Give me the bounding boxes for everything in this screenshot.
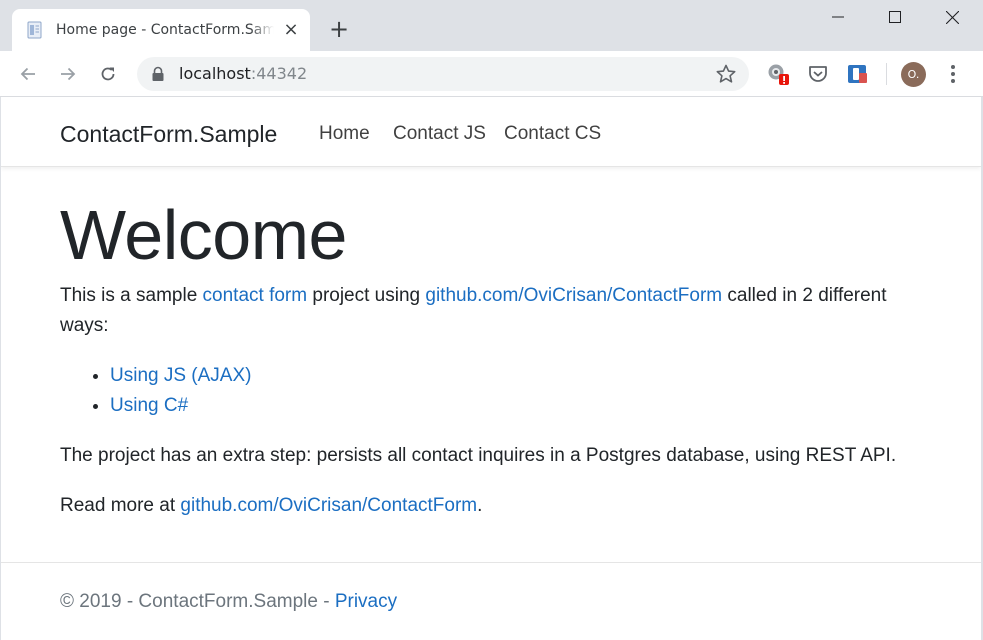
shield-alert-icon	[768, 64, 789, 85]
extension-app[interactable]	[846, 62, 870, 86]
intro-text-1: This is a sample	[60, 285, 203, 306]
intro-paragraph: This is a sample contact form project us…	[60, 281, 940, 341]
contact-form-link[interactable]: contact form	[203, 285, 308, 306]
using-cs-link[interactable]: Using C#	[110, 395, 188, 416]
window-minimize-button[interactable]	[813, 0, 863, 34]
nav-link-contact-cs[interactable]: Contact CS	[504, 122, 601, 146]
close-icon	[945, 10, 959, 24]
page-icon	[27, 21, 42, 39]
lock-icon[interactable]	[151, 66, 165, 82]
browser-toolbar: localhost:44342 O.	[0, 51, 983, 97]
copyright-text: © 2019 - ContactForm.Sample -	[60, 591, 335, 612]
nav-link-home[interactable]: Home	[319, 122, 370, 146]
reload-button[interactable]	[93, 59, 123, 89]
extra-step-paragraph: The project has an extra step: persists …	[60, 445, 897, 466]
page-viewport: ContactForm.Sample Home Contact JS Conta…	[1, 97, 981, 640]
extension-pocket[interactable]	[806, 62, 830, 86]
using-js-link[interactable]: Using JS (AJAX)	[110, 365, 251, 386]
read-more-period: .	[477, 495, 483, 516]
read-more-text: Read more at	[60, 495, 181, 516]
window-close-button[interactable]	[927, 0, 977, 34]
reload-icon	[101, 67, 115, 81]
app-extension-icon	[848, 65, 867, 83]
address-bar[interactable]: localhost:44342	[137, 57, 749, 91]
footer-text: © 2019 - ContactForm.Sample - Privacy	[60, 589, 397, 615]
toolbar-separator	[886, 63, 887, 85]
window-maximize-button[interactable]	[870, 0, 920, 34]
ways-list: Using JS (AJAX) Using C#	[60, 361, 940, 421]
back-button[interactable]	[13, 59, 43, 89]
minimize-icon	[832, 16, 844, 18]
arrow-left-icon	[20, 67, 35, 81]
list-item: Using JS (AJAX)	[110, 361, 940, 391]
profile-avatar[interactable]: O.	[901, 62, 926, 87]
intro-text-2: project using	[307, 285, 426, 306]
tab-title: Home page - ContactForm.Sample	[56, 20, 274, 40]
forward-button[interactable]	[53, 59, 83, 89]
main-content: Welcome This is a sample contact form pr…	[60, 193, 940, 521]
url-host: localhost	[179, 64, 251, 83]
page-title: Welcome	[60, 196, 347, 274]
site-footer: © 2019 - ContactForm.Sample - Privacy	[1, 562, 981, 640]
tab-close-icon[interactable]: ×	[281, 20, 301, 40]
url-text[interactable]: localhost:44342	[179, 64, 307, 84]
browser-tab-active[interactable]: Home page - ContactForm.Sample ×	[12, 9, 310, 51]
new-tab-button[interactable]: +	[326, 16, 352, 42]
privacy-link[interactable]: Privacy	[335, 591, 397, 612]
read-more-github-link[interactable]: github.com/OviCrisan/ContactForm	[180, 495, 477, 516]
github-link[interactable]: github.com/OviCrisan/ContactForm	[425, 285, 722, 306]
browser-titlebar: Home page - ContactForm.Sample × +	[0, 0, 983, 51]
site-brand[interactable]: ContactForm.Sample	[60, 120, 277, 148]
arrow-right-icon	[61, 67, 76, 81]
read-more-paragraph: Read more at github.com/OviCrisan/Contac…	[60, 491, 940, 521]
nav-link-contact-js[interactable]: Contact JS	[393, 122, 486, 146]
pocket-icon	[809, 66, 827, 82]
maximize-icon	[889, 11, 901, 23]
star-icon[interactable]	[715, 63, 737, 85]
site-navbar: ContactForm.Sample Home Contact JS Conta…	[1, 97, 981, 167]
kebab-menu-icon[interactable]	[943, 62, 963, 86]
extension-shield-alert[interactable]	[766, 62, 790, 86]
list-item: Using C#	[110, 391, 940, 421]
url-port: :44342	[250, 64, 308, 83]
